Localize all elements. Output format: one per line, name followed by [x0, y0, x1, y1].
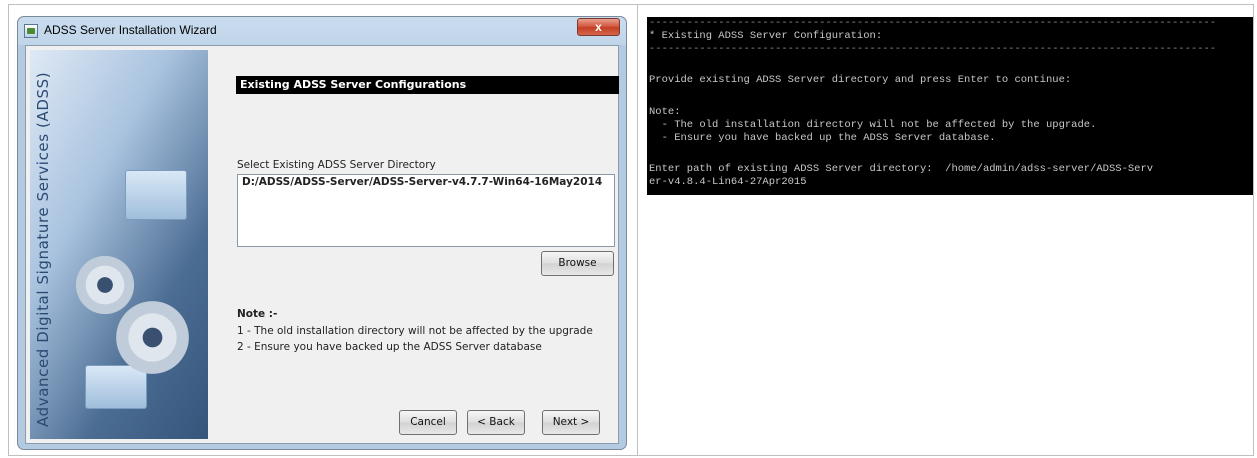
- title-bar[interactable]: ADSS Server Installation Wizard x: [18, 17, 626, 45]
- console-line: ----------------------------------------…: [649, 43, 1217, 55]
- console-line: - The old installation directory will no…: [649, 119, 1097, 131]
- folder-graphic: [125, 170, 187, 220]
- side-banner-image: Advanced Digital Signature Services (ADS…: [30, 50, 208, 439]
- directory-input[interactable]: D:/ADSS/ADSS-Server/ADSS-Server-v4.7.7-W…: [237, 174, 615, 247]
- directory-label: Select Existing ADSS Server Directory: [237, 159, 436, 171]
- console-line: - Ensure you have backed up the ADSS Ser…: [649, 132, 996, 144]
- gear-graphic: [75, 255, 135, 315]
- page-heading: Existing ADSS Server Configurations: [236, 76, 619, 94]
- browse-button[interactable]: Browse: [541, 251, 614, 276]
- installation-wizard-window: ADSS Server Installation Wizard x Advanc…: [17, 16, 627, 450]
- java-app-icon: [24, 24, 38, 38]
- note-title: Note :-: [237, 308, 278, 320]
- table-column-divider: [637, 4, 638, 456]
- console-line: Enter path of existing ADSS Server direc…: [649, 163, 1154, 175]
- gear-graphic: [115, 300, 190, 375]
- close-button[interactable]: x: [577, 18, 620, 36]
- console-window: ----------------------------------------…: [647, 17, 1253, 195]
- console-line: * Existing ADSS Server Configuration:: [649, 30, 883, 42]
- back-button[interactable]: < Back: [467, 410, 525, 435]
- console-line: Provide existing ADSS Server directory a…: [649, 74, 1072, 86]
- side-banner-text: Advanced Digital Signature Services (ADS…: [34, 71, 52, 427]
- window-title: ADSS Server Installation Wizard: [44, 23, 217, 37]
- next-button[interactable]: Next >: [542, 410, 600, 435]
- cancel-button[interactable]: Cancel: [399, 410, 457, 435]
- note-item: 2 - Ensure you have backed up the ADSS S…: [237, 341, 542, 353]
- console-line: ----------------------------------------…: [649, 17, 1217, 29]
- note-item: 1 - The old installation directory will …: [237, 325, 593, 337]
- wizard-content: Advanced Digital Signature Services (ADS…: [25, 45, 619, 444]
- console-line: Note:: [649, 106, 681, 118]
- console-line: er-v4.8.4-Lin64-27Apr2015: [649, 176, 807, 188]
